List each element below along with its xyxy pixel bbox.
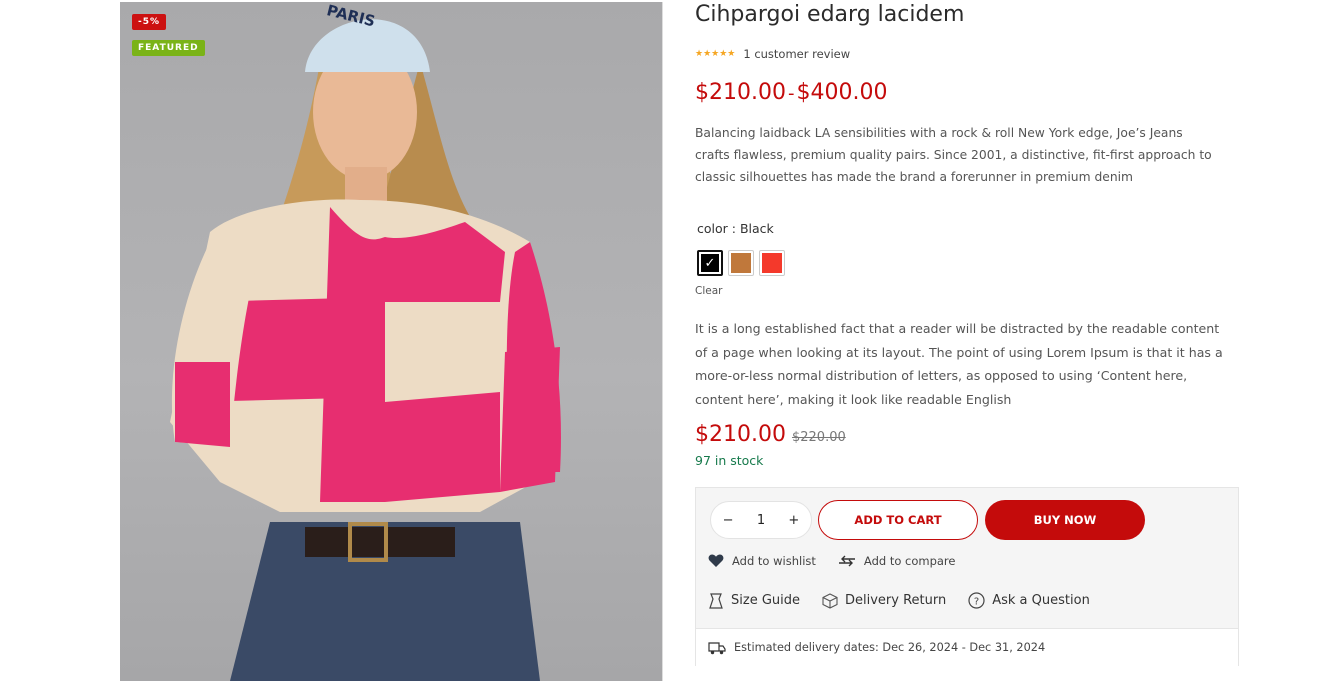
compare-link[interactable]: Add to compare	[838, 554, 956, 568]
product-page: PARIS -5% FEATURED Cihpargoi edarg lacid…	[0, 0, 1343, 682]
buy-now-button[interactable]: BUY NOW	[985, 500, 1145, 540]
secondary-actions: Add to wishlist Add to compare	[708, 554, 956, 568]
size-guide-link[interactable]: Size Guide	[708, 592, 800, 609]
color-swatches: ✓	[697, 250, 785, 276]
delivery-return-link[interactable]: Delivery Return	[822, 592, 946, 609]
ask-question-label: Ask a Question	[992, 593, 1090, 608]
variant-price: $210.00 $220.00	[695, 422, 846, 447]
delivery-estimate: Estimated delivery dates: Dec 26, 2024 -…	[696, 628, 1238, 666]
sale-badge: -5%	[132, 14, 167, 30]
qty-value[interactable]: 1	[757, 513, 765, 528]
compare-icon	[838, 555, 855, 567]
swatch-red-fill	[762, 253, 782, 273]
price-original: $220.00	[791, 430, 846, 445]
wishlist-link[interactable]: Add to wishlist	[708, 554, 816, 568]
truck-icon	[708, 641, 726, 654]
info-links: Size Guide Delivery Return ? Ask a Quest…	[708, 592, 1090, 609]
svg-text:?: ?	[974, 597, 979, 608]
quantity-stepper: − 1 +	[710, 501, 812, 539]
rating-stars: ★★★★★	[695, 49, 736, 59]
featured-badge: FEATURED	[132, 40, 205, 56]
compare-label: Add to compare	[863, 554, 956, 568]
qty-decrease-button[interactable]: −	[723, 513, 734, 528]
price-to: $400.00	[796, 80, 888, 105]
price-separator: -	[787, 83, 795, 104]
price-from: $210.00	[695, 80, 786, 105]
price-current: $210.00	[695, 422, 786, 447]
clear-link[interactable]: Clear	[695, 285, 722, 297]
product-title: Cihpargoi edarg lacidem	[695, 2, 965, 27]
box-icon	[822, 592, 838, 609]
color-label: color : Black	[697, 221, 774, 236]
long-description: It is a long established fact that a rea…	[695, 321, 1223, 407]
cart-box: − 1 + ADD TO CART BUY NOW Add to wishlis…	[695, 487, 1239, 666]
wishlist-label: Add to wishlist	[732, 554, 816, 568]
model-illustration: PARIS	[170, 2, 561, 681]
swatch-brown[interactable]	[728, 250, 754, 276]
ask-question-link[interactable]: ? Ask a Question	[968, 592, 1090, 609]
question-icon: ?	[968, 592, 985, 609]
product-image[interactable]: PARIS -5% FEATURED	[120, 2, 663, 681]
qty-increase-button[interactable]: +	[788, 513, 799, 528]
delivery-return-label: Delivery Return	[845, 593, 947, 608]
swatch-brown-fill	[731, 253, 751, 273]
heart-icon	[708, 554, 724, 567]
swatch-black[interactable]: ✓	[697, 250, 723, 276]
add-to-cart-button[interactable]: ADD TO CART	[818, 500, 978, 540]
swatch-red[interactable]	[759, 250, 785, 276]
ruler-icon	[709, 592, 723, 609]
price-range: $210.00 -$400.00	[695, 80, 887, 105]
check-icon: ✓	[701, 254, 719, 272]
rating-row: ★★★★★ 1 customer review	[695, 47, 850, 61]
size-guide-label: Size Guide	[731, 593, 800, 608]
stock-status: 97 in stock	[695, 453, 764, 468]
delivery-estimate-text: Estimated delivery dates: Dec 26, 2024 -…	[734, 641, 1046, 654]
review-link[interactable]: 1 customer review	[743, 47, 850, 61]
short-description: Balancing laidback LA sensibilities with…	[695, 126, 1212, 184]
